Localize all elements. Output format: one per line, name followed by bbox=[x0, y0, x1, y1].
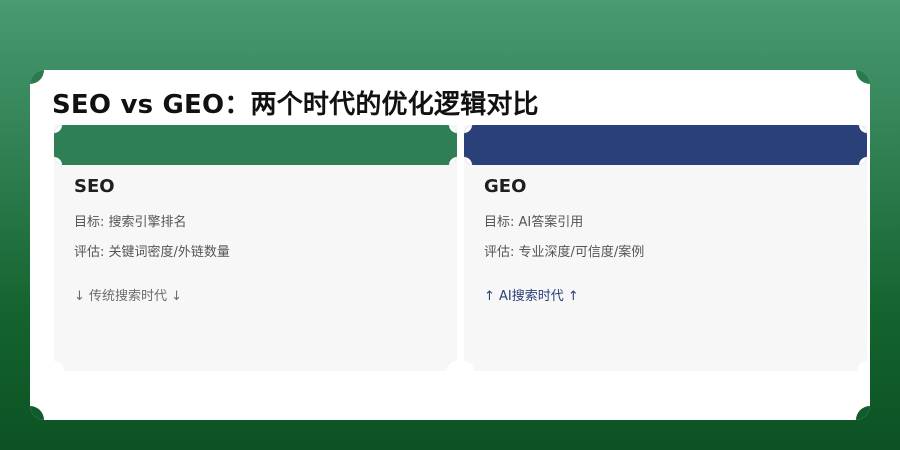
geo-trend-label: ↑ AI搜索时代 ↑ bbox=[484, 289, 579, 304]
geo-goal-text: 目标: AI答案引用 bbox=[484, 215, 584, 230]
panel-corner-decoration bbox=[856, 406, 870, 420]
geo-card-title: GEO bbox=[484, 176, 527, 197]
comparison-panel: SEO vs GEO：两个时代的优化逻辑对比 SEO 目标: 搜索引擎排名 评估… bbox=[30, 70, 870, 420]
seo-card-title: SEO bbox=[74, 176, 115, 197]
seo-evaluation-text: 评估: 关键词密度/外链数量 bbox=[74, 245, 230, 260]
panel-corner-decoration bbox=[856, 70, 870, 84]
panel-corner-decoration bbox=[30, 406, 44, 420]
geo-evaluation-text: 评估: 专业深度/可信度/案例 bbox=[484, 245, 645, 260]
geo-card: GEO 目标: AI答案引用 评估: 专业深度/可信度/案例 ↑ AI搜索时代 … bbox=[464, 125, 867, 371]
page-title: SEO vs GEO：两个时代的优化逻辑对比 bbox=[52, 90, 539, 120]
seo-trend-label: ↓ 传统搜索时代 ↓ bbox=[74, 289, 183, 304]
seo-goal-text: 目标: 搜索引擎排名 bbox=[74, 215, 187, 230]
seo-card-header bbox=[54, 125, 457, 165]
panel-corner-decoration bbox=[30, 70, 44, 84]
seo-card: SEO 目标: 搜索引擎排名 评估: 关键词密度/外链数量 ↓ 传统搜索时代 ↓ bbox=[54, 125, 457, 371]
geo-card-header bbox=[464, 125, 867, 165]
